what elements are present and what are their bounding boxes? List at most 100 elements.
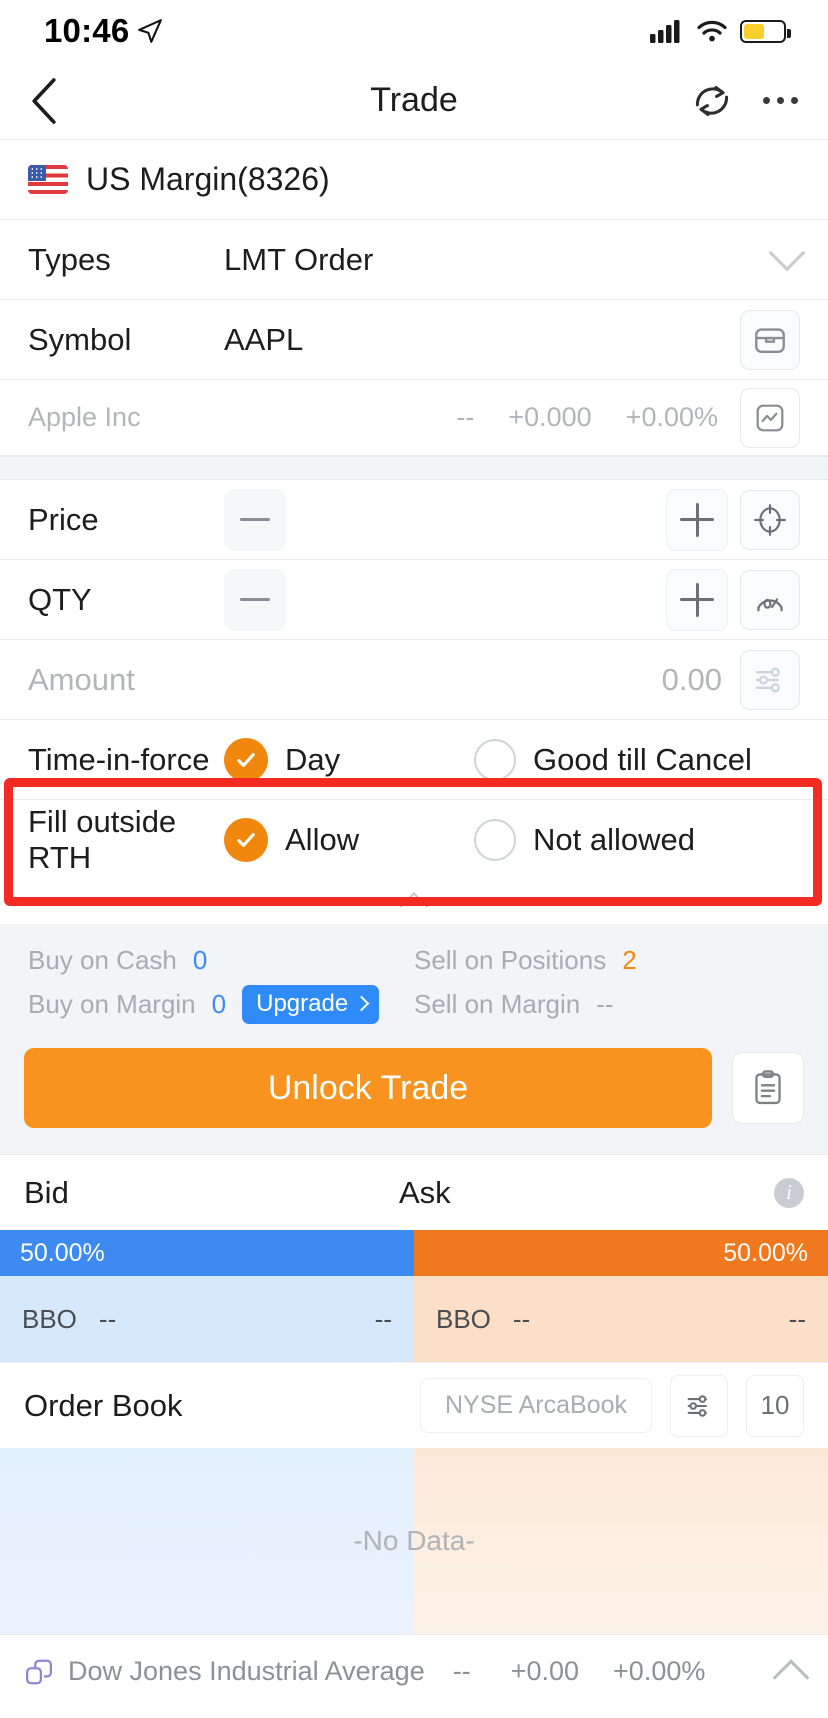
index-name: Dow Jones Industrial Average [68, 1656, 425, 1686]
nav-bar: Trade [0, 62, 828, 140]
quote-change: +0.000 [508, 402, 592, 432]
symbol-value[interactable]: AAPL [224, 322, 740, 358]
price-row: Price [0, 480, 828, 560]
clipboard-orders-icon[interactable] [732, 1052, 804, 1124]
collapse-advanced-options-button[interactable] [0, 880, 828, 924]
us-flag-icon [28, 165, 68, 194]
sell-on-positions-value: 2 [622, 944, 637, 975]
time-in-force-row: Time-in-force Day Good till Cancel [0, 720, 828, 800]
refresh-icon[interactable] [689, 78, 735, 124]
fill-outside-rth-option-allow[interactable]: Allow [224, 818, 474, 862]
line-chart-icon[interactable] [740, 387, 800, 448]
bbo-ask[interactable]: BBO -- -- [414, 1276, 828, 1362]
bbo-ask-label: BBO [436, 1303, 491, 1334]
company-name: Apple Inc [28, 402, 141, 432]
unlock-trade-button[interactable]: Unlock Trade [24, 1048, 712, 1128]
price-increment-button[interactable] [666, 488, 728, 551]
sell-on-positions: Sell on Positions 2 [414, 945, 800, 976]
chevron-up-icon[interactable] [772, 1658, 810, 1696]
buying-power-row-2: Buy on Margin 0 Upgrade Sell on Margin -… [28, 982, 800, 1026]
buying-power-row-1: Buy on Cash 0 Sell on Positions 2 [28, 938, 800, 982]
order-type-label: Types [28, 241, 111, 277]
chevron-down-icon[interactable] [768, 234, 806, 271]
sliders-icon[interactable] [740, 649, 800, 710]
chevron-left-icon[interactable] [30, 77, 58, 125]
upgrade-button[interactable]: Upgrade [242, 984, 380, 1024]
price-label: Price [28, 501, 99, 537]
plus-icon [680, 502, 714, 537]
section-divider [0, 456, 828, 480]
quote-change-percent: +0.00% [625, 402, 718, 432]
info-icon[interactable]: i [774, 1177, 804, 1208]
radio-checked-icon [224, 737, 268, 782]
fill-outside-rth-option-not-allowed[interactable]: Not allowed [474, 819, 695, 861]
radio-unchecked-icon [474, 819, 516, 861]
time-in-force-gtc-label: Good till Cancel [533, 741, 752, 777]
amount-label: Amount [28, 661, 135, 697]
buy-on-margin-label: Buy on Margin [28, 988, 196, 1019]
buy-on-margin-value: 0 [211, 988, 227, 1019]
ask-header: Ask [399, 1174, 451, 1210]
order-book-depth-button[interactable]: 10 [746, 1374, 804, 1437]
index-change: +0.00 [510, 1656, 580, 1686]
chevron-right-icon [353, 995, 370, 1012]
sliders-icon[interactable] [670, 1374, 728, 1437]
amount-value: 0.00 [661, 661, 722, 697]
buy-on-cash-value: 0 [192, 944, 208, 975]
account-name: US Margin(8326) [86, 161, 330, 197]
buy-on-cash: Buy on Cash 0 [28, 945, 414, 976]
status-time: 10:46 [44, 12, 130, 49]
plus-icon [680, 582, 714, 617]
sell-on-margin: Sell on Margin -- [414, 989, 800, 1020]
bbo-bid[interactable]: BBO -- -- [0, 1276, 414, 1362]
order-book-empty-text: -No Data- [353, 1525, 475, 1556]
bid-ask-ratio-bar: 50.00% 50.00% [0, 1230, 828, 1276]
qty-label: QTY [28, 581, 92, 617]
bbo-bid-price: -- [98, 1303, 117, 1334]
order-book-source-chip[interactable]: NYSE ArcaBook [419, 1378, 652, 1433]
bid-ask-header: Bid Ask i [0, 1154, 828, 1230]
account-selector[interactable]: US Margin(8326) [0, 140, 828, 220]
price-decrement-button[interactable] [224, 488, 286, 551]
bbo-bid-label: BBO [22, 1303, 77, 1334]
sell-on-margin-label: Sell on Margin [414, 988, 581, 1019]
fill-outside-rth-not-allowed-label: Not allowed [533, 822, 695, 857]
trade-screen: 10:46 Trade US Margin(8326) Types LMT Or… [0, 0, 828, 1718]
index-last: -- [452, 1656, 471, 1686]
qty-decrement-button[interactable] [224, 568, 286, 631]
minus-icon [240, 518, 270, 521]
nav-actions [689, 78, 798, 124]
link-icon [26, 1659, 52, 1684]
gauge-icon[interactable] [740, 569, 800, 630]
radio-unchecked-icon [474, 738, 516, 781]
qty-increment-button[interactable] [666, 568, 728, 631]
symbol-row[interactable]: Symbol AAPL [0, 300, 828, 380]
more-options-icon[interactable] [763, 97, 798, 104]
upgrade-label: Upgrade [256, 989, 349, 1017]
index-change-percent: +0.00% [613, 1656, 706, 1686]
sell-on-positions-label: Sell on Positions [414, 944, 607, 975]
order-book-body: -No Data- [0, 1448, 828, 1634]
fill-outside-rth-allow-label: Allow [285, 822, 360, 857]
time-in-force-day-label: Day [285, 741, 341, 777]
minus-icon [240, 598, 270, 601]
order-type-value: LMT Order [224, 241, 374, 277]
portfolio-icon[interactable] [740, 309, 800, 370]
amount-row: Amount 0.00 [0, 640, 828, 720]
buy-on-cash-label: Buy on Cash [28, 944, 177, 975]
radio-checked-icon [224, 818, 268, 862]
index-ticker-bar[interactable]: Dow Jones Industrial Average -- +0.00 +0… [0, 1634, 828, 1708]
quote-row[interactable]: Apple Inc -- +0.000 +0.00% [0, 380, 828, 456]
target-price-icon[interactable] [740, 489, 800, 550]
status-bar-right [650, 19, 791, 43]
bbo-ask-price: -- [512, 1303, 531, 1334]
bbo-row: BBO -- -- BBO -- -- [0, 1276, 828, 1362]
time-in-force-label: Time-in-force [28, 741, 210, 777]
time-in-force-option-day[interactable]: Day [224, 737, 474, 782]
action-bar: Unlock Trade [0, 1036, 828, 1154]
order-type-row[interactable]: Types LMT Order [0, 220, 828, 300]
time-in-force-option-gtc[interactable]: Good till Cancel [474, 738, 752, 781]
status-bar-left: 10:46 [44, 12, 163, 50]
qty-row: QTY [0, 560, 828, 640]
wifi-icon [697, 20, 727, 42]
